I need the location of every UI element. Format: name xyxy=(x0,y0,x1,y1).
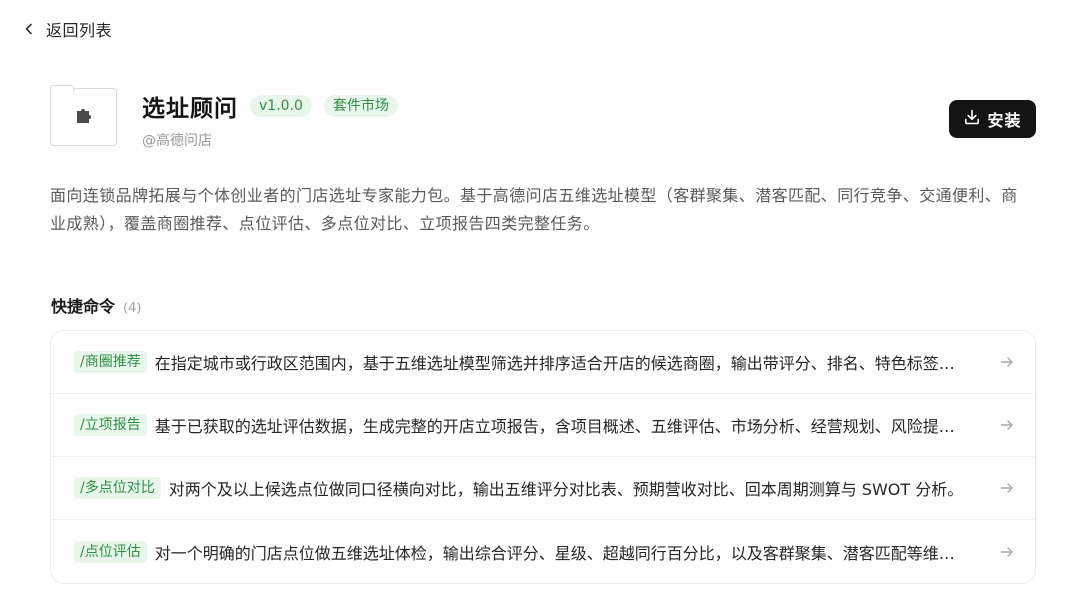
chevron-left-icon xyxy=(22,22,36,36)
commands-count: (4) xyxy=(123,301,142,316)
arrow-right-icon xyxy=(999,480,1015,496)
command-row-site-assessment[interactable]: /点位评估 对一个明确的门店点位做五维选址体检，输出综合评分、星级、超越同行百分… xyxy=(51,520,1035,583)
command-tag: /立项报告 xyxy=(74,414,147,436)
command-list: /商圈推荐 在指定城市或行政区范围内，基于五维选址模型筛选并排序适合开店的候选商… xyxy=(50,330,1036,584)
arrow-right-icon xyxy=(999,544,1015,560)
version-badge: v1.0.0 xyxy=(250,95,312,117)
arrow-right-icon xyxy=(999,354,1015,370)
plugin-icon xyxy=(50,85,117,146)
command-tag: /点位评估 xyxy=(74,540,147,563)
command-row-project-report[interactable]: /立项报告 基于已获取的选址评估数据，生成完整的开店立项报告，含项目概述、五维评… xyxy=(51,394,1035,457)
puzzle-piece-icon xyxy=(74,105,94,129)
commands-section-header: 快捷命令 (4) xyxy=(51,293,141,317)
command-description: 对两个及以上候选点位做同口径横向对比，输出五维评分对比表、预期营收对比、回本周期… xyxy=(168,480,964,499)
plugin-author: @高德问店 xyxy=(142,133,212,149)
plugin-title: 选址顾问 xyxy=(142,96,238,122)
download-icon xyxy=(963,108,981,130)
back-to-list-link[interactable]: 返回列表 xyxy=(22,17,112,41)
command-row-business-district[interactable]: /商圈推荐 在指定城市或行政区范围内，基于五维选址模型筛选并排序适合开店的候选商… xyxy=(51,331,1035,394)
install-button[interactable]: 安装 xyxy=(949,100,1036,138)
source-badge: 套件市场 xyxy=(323,95,398,117)
plugin-description: 面向连锁品牌拓展与个体创业者的门店选址专家能力包。基于高德问店五维选址模型（客群… xyxy=(50,186,1018,233)
command-description: 基于已获取的选址评估数据，生成完整的开店立项报告，含项目概述、五维评估、市场分析… xyxy=(154,417,999,436)
command-tag: /商圈推荐 xyxy=(74,351,147,373)
commands-section-title: 快捷命令 xyxy=(51,297,116,316)
plugin-detail-page: 返回列表 选址顾问 v1.0.0 套件市场 @高德问店 安装 面向连锁品牌拓展与… xyxy=(0,0,1080,616)
command-description: 在指定城市或行政区范围内，基于五维选址模型筛选并排序适合开店的候选商圈，输出带评… xyxy=(154,354,999,373)
plugin-title-row: 选址顾问 v1.0.0 套件市场 xyxy=(142,89,398,123)
arrow-right-icon xyxy=(999,417,1015,433)
command-tag: /多点位对比 xyxy=(74,477,161,499)
command-row-multi-site-compare[interactable]: /多点位对比 对两个及以上候选点位做同口径横向对比，输出五维评分对比表、预期营收… xyxy=(51,457,1035,520)
command-description: 对一个明确的门店点位做五维选址体检，输出综合评分、星级、超越同行百分比，以及客群… xyxy=(154,543,999,563)
back-label: 返回列表 xyxy=(46,21,113,40)
install-label: 安装 xyxy=(987,111,1022,130)
